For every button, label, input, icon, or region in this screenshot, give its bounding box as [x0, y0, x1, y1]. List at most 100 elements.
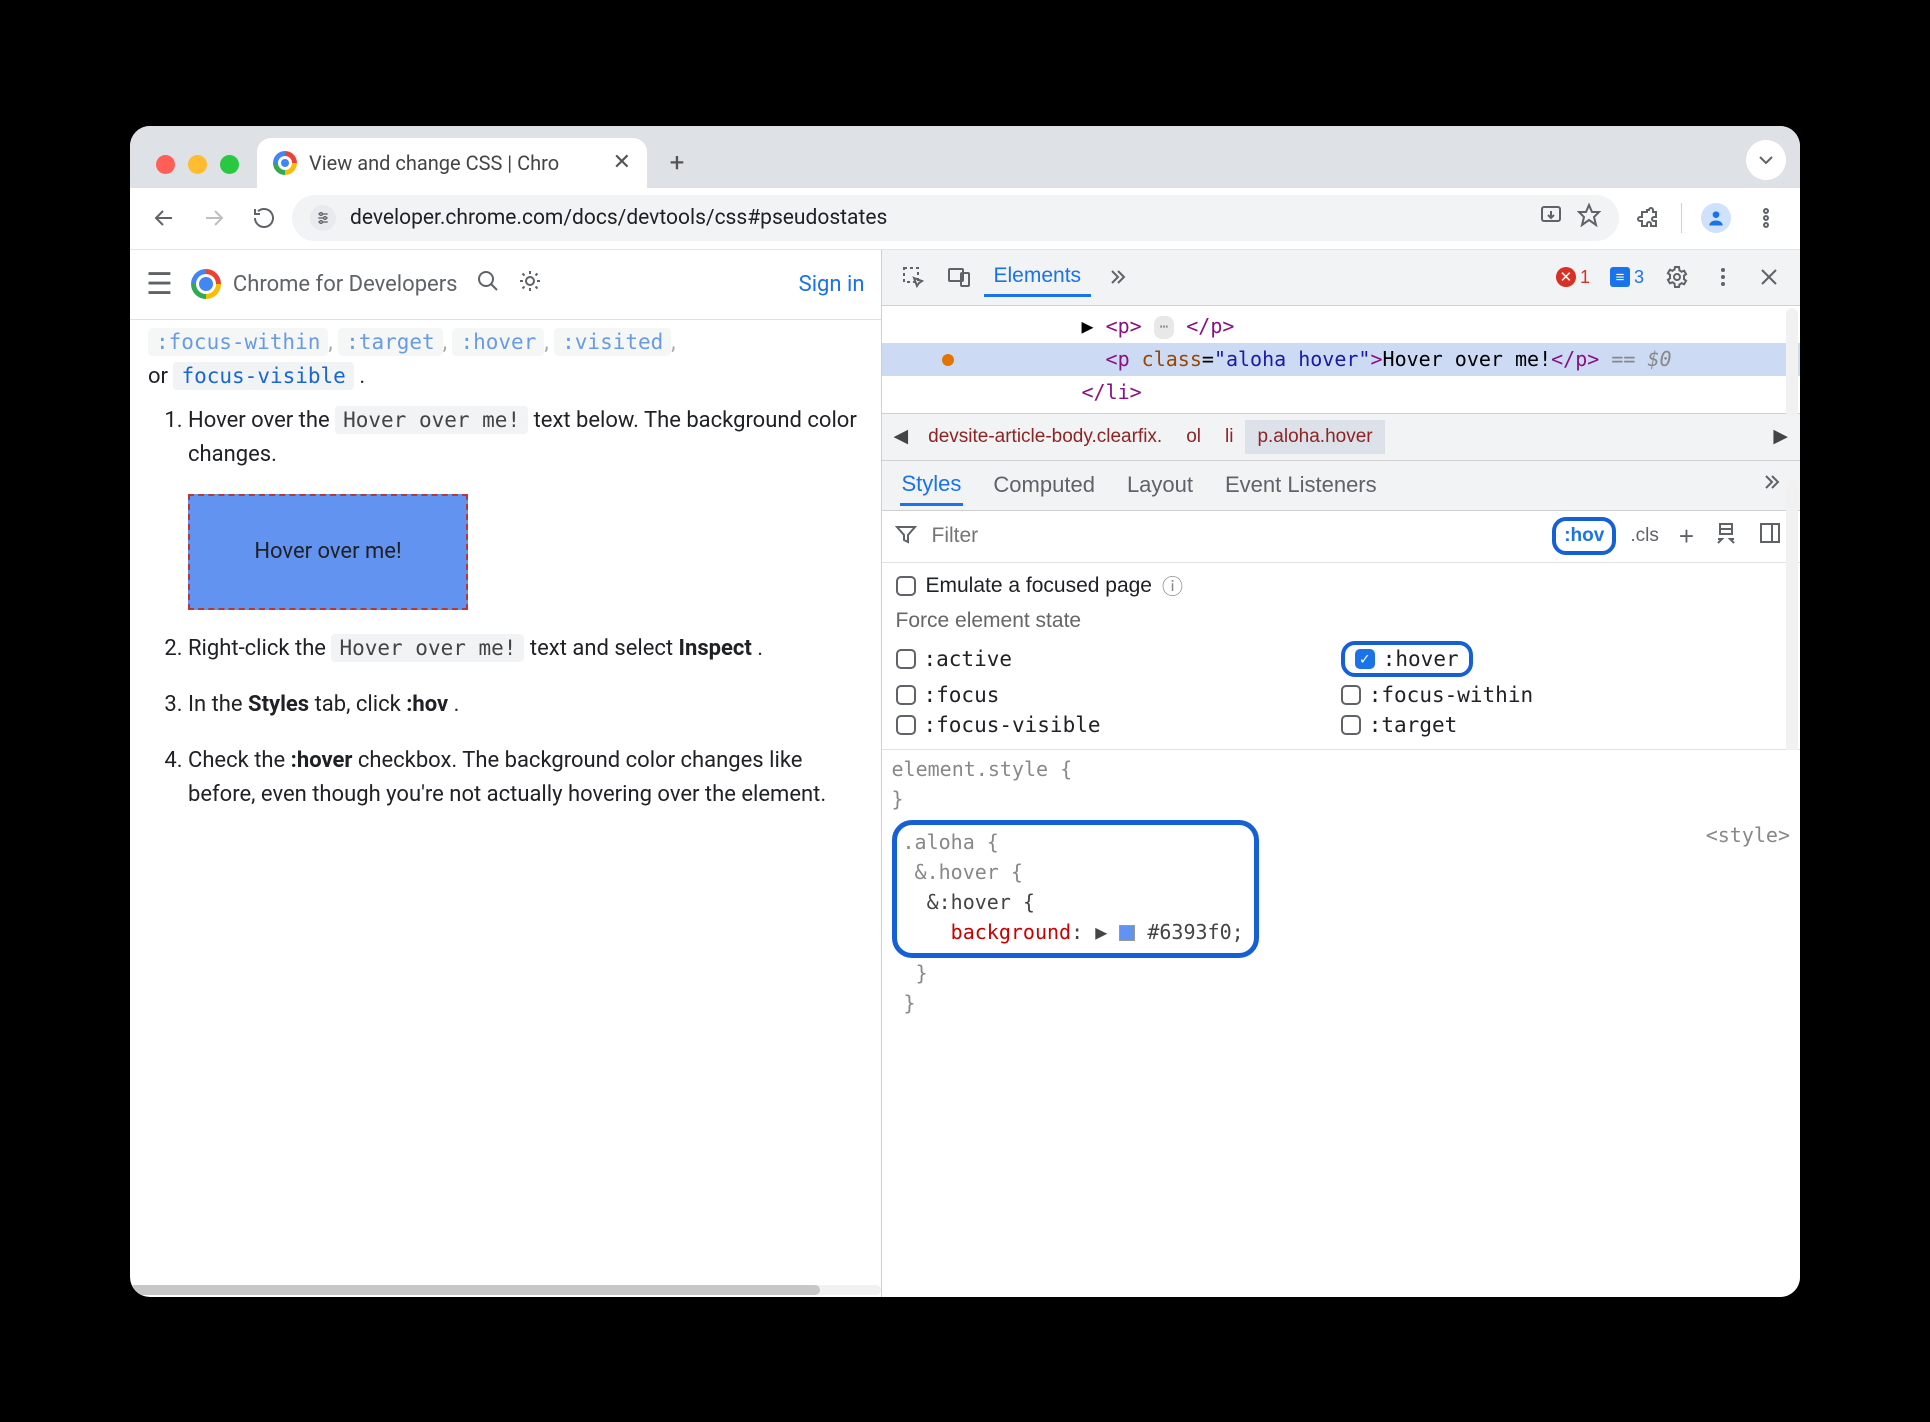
code-hover-over-me-2: Hover over me!	[331, 634, 524, 662]
tab-event-listeners[interactable]: Event Listeners	[1223, 466, 1379, 504]
css-value[interactable]: #6393f0	[1147, 920, 1231, 944]
state-target[interactable]: :target	[1341, 713, 1786, 737]
text: In the	[188, 692, 248, 717]
errors-badge[interactable]: ✕1	[1548, 265, 1598, 290]
settings-icon[interactable]	[1656, 256, 1698, 298]
horizontal-scrollbar[interactable]	[130, 1285, 881, 1295]
state-focus-visible[interactable]: :focus-visible	[896, 713, 1341, 737]
checkbox-icon[interactable]	[896, 576, 916, 596]
minimize-window-button[interactable]	[188, 155, 207, 174]
theme-toggle-icon[interactable]	[518, 269, 542, 299]
rule-source[interactable]: <style>	[1706, 820, 1790, 850]
dom-tag: </p>	[1551, 347, 1599, 371]
help-icon[interactable]: ⓘ	[1162, 571, 1183, 601]
breadcrumb-seg-current[interactable]: p.aloha.hover	[1245, 420, 1384, 454]
maximize-window-button[interactable]	[220, 155, 239, 174]
state-active[interactable]: :active	[896, 641, 1341, 677]
rule-brace: }	[904, 991, 916, 1015]
tab-layout[interactable]: Layout	[1125, 466, 1195, 504]
css-property[interactable]: background	[951, 920, 1071, 944]
text: Check the	[188, 748, 291, 773]
checkbox-icon[interactable]	[896, 715, 916, 735]
profile-button[interactable]	[1694, 196, 1738, 240]
hamburger-icon[interactable]: ☰	[146, 267, 173, 302]
page-body: :focus-within, :target, :hover, :visited…	[130, 320, 881, 1297]
back-button[interactable]	[142, 196, 186, 240]
dom-node-selected[interactable]: <p class="aloha hover">Hover over me!</p…	[882, 343, 1801, 376]
hover-demo-box[interactable]: Hover over me!	[188, 494, 468, 610]
state-hover[interactable]: ✓:hover	[1341, 641, 1786, 677]
state-focus[interactable]: :focus	[896, 683, 1341, 707]
more-subtabs-icon[interactable]	[1758, 470, 1782, 500]
omnibox[interactable]: developer.chrome.com/docs/devtools/css#p…	[292, 195, 1619, 241]
chrome-menu-button[interactable]	[1744, 196, 1788, 240]
site-brand[interactable]: Chrome for Developers	[191, 269, 458, 299]
intro-line: or focus-visible .	[148, 360, 863, 394]
flexbox-editor-icon[interactable]	[1708, 517, 1744, 555]
breadcrumb-left-icon[interactable]: ◀	[886, 425, 917, 448]
filter-input[interactable]	[926, 523, 1545, 549]
inspect-tool-icon[interactable]	[892, 256, 934, 298]
dom-dollar0: == $0	[1599, 347, 1671, 371]
dom-tag: <p>	[1106, 314, 1142, 338]
close-window-button[interactable]	[156, 155, 175, 174]
dom-tree[interactable]: ▶ <p> ⋯ </p> <p class="aloha hover">Hove…	[882, 306, 1801, 413]
extensions-button[interactable]	[1625, 196, 1669, 240]
dom-scrollbar[interactable]	[1786, 308, 1798, 418]
tab-search-button[interactable]	[1746, 140, 1786, 180]
browser-tab[interactable]: View and change CSS | Chro ✕	[257, 138, 647, 188]
search-icon[interactable]	[476, 269, 500, 299]
install-app-icon[interactable]	[1539, 203, 1563, 233]
messages-badge[interactable]: ≡3	[1602, 265, 1652, 290]
dom-tag: </li>	[1082, 380, 1142, 404]
device-toolbar-icon[interactable]	[938, 256, 980, 298]
new-tab-button[interactable]: +	[657, 143, 697, 183]
checkbox-icon[interactable]	[896, 685, 916, 705]
computed-panel-icon[interactable]	[1752, 517, 1788, 555]
rule-selector: element.style {	[892, 757, 1073, 781]
page-pane: ☰ Chrome for Developers Sign in :focus-w…	[130, 250, 882, 1297]
dom-node[interactable]: </li>	[882, 376, 1801, 409]
devtools-menu-icon[interactable]	[1702, 256, 1744, 298]
dom-node[interactable]: ▶ <p> ⋯ </p>	[882, 310, 1801, 343]
bookmark-icon[interactable]	[1577, 203, 1601, 233]
forward-button[interactable]	[192, 196, 236, 240]
force-state-panel: Emulate a focused page ⓘ Force element s…	[882, 563, 1801, 750]
signin-link[interactable]: Sign in	[799, 272, 865, 297]
checkbox-icon[interactable]	[1341, 685, 1361, 705]
style-rules[interactable]: element.style { } <style> .aloha { &.hov…	[882, 750, 1801, 1297]
close-devtools-icon[interactable]	[1748, 256, 1790, 298]
text: tab, click	[315, 692, 407, 717]
steps-list: Hover over the Hover over me! text below…	[158, 404, 863, 813]
cls-toggle-button[interactable]: .cls	[1624, 521, 1665, 551]
breadcrumb-seg[interactable]: devsite-article-body.clearfix.	[916, 420, 1174, 454]
aloha-rule-block[interactable]: <style> .aloha { &.hover { &:hover { bac…	[892, 820, 1791, 1018]
checkbox-icon-checked[interactable]: ✓	[1355, 649, 1375, 669]
breadcrumb-right-icon[interactable]: ▶	[1765, 425, 1796, 448]
checkbox-icon[interactable]	[1341, 715, 1361, 735]
more-tabs-icon[interactable]	[1095, 256, 1137, 298]
url-text: developer.chrome.com/docs/devtools/css#p…	[350, 206, 887, 230]
site-settings-icon[interactable]	[310, 205, 336, 231]
hov-toggle-button[interactable]: :hov	[1552, 517, 1616, 555]
close-tab-icon[interactable]: ✕	[613, 150, 631, 175]
element-style-rule[interactable]: element.style { }	[892, 754, 1791, 814]
rule-selector: &:hover {	[927, 890, 1035, 914]
tab-strip: View and change CSS | Chro ✕ +	[130, 126, 1800, 188]
reload-button[interactable]	[242, 196, 286, 240]
rule-selector: &.hover {	[915, 860, 1023, 884]
rule-brace: }	[892, 787, 904, 811]
dom-text: Hover over me!	[1383, 347, 1552, 371]
elements-tab[interactable]: Elements	[984, 258, 1092, 297]
color-swatch-icon[interactable]	[1119, 925, 1135, 941]
tab-styles[interactable]: Styles	[900, 465, 964, 506]
rule-highlight-frame: .aloha { &.hover { &:hover { background:…	[892, 820, 1259, 958]
state-focus-within[interactable]: :focus-within	[1341, 683, 1786, 707]
breadcrumb-seg[interactable]: ol	[1174, 420, 1213, 454]
tab-computed[interactable]: Computed	[991, 466, 1097, 504]
text: or	[148, 364, 173, 389]
checkbox-icon[interactable]	[896, 649, 916, 669]
breadcrumb-seg[interactable]: li	[1213, 420, 1245, 454]
new-rule-icon[interactable]: +	[1673, 517, 1700, 556]
emulate-focused-row[interactable]: Emulate a focused page ⓘ	[896, 571, 1787, 601]
